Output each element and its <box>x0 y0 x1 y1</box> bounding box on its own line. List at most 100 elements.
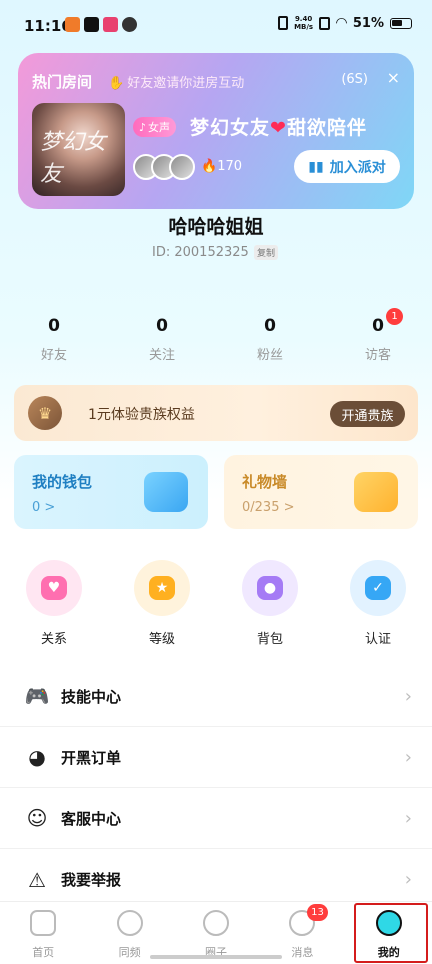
heart-icon: ❤ <box>270 117 287 139</box>
net-speed-value: 9.40 <box>294 15 313 23</box>
room-heat: 🔥170 <box>201 159 242 174</box>
room-cover-image[interactable]: 梦幻女友 <box>32 103 125 196</box>
tab-me[interactable]: 我的 <box>346 902 432 964</box>
menu-label: 我要举报 <box>61 871 122 889</box>
wallet-balance: 0 > <box>32 500 56 515</box>
backpack-icon: ● <box>257 576 283 600</box>
noble-banner[interactable]: ♛ 1元体验贵族权益 开通贵族 <box>14 385 418 441</box>
menu-list: 🎮 技能中心 › ◕ 开黑订单 › ☺ 客服中心 › ⚠ 我要举报 › <box>0 666 432 910</box>
quick-level[interactable]: ★ 等级 <box>108 560 216 647</box>
stat-label: 好友 <box>40 348 67 363</box>
vibrate-icon <box>278 16 289 30</box>
wallet-title: 我的钱包 <box>32 473 93 491</box>
menu-label: 客服中心 <box>61 809 122 828</box>
hot-room-subtitle: ✋ 好友邀请你进房互动 <box>108 72 244 91</box>
tab-home[interactable]: 首页 <box>0 902 86 964</box>
customer-service-icon: ☺ <box>26 806 48 830</box>
user-id: ID: 200152325 <box>152 245 249 260</box>
stat-value: 0 <box>372 316 384 336</box>
menu-label: 技能中心 <box>61 687 122 706</box>
quick-icon-bg: ✓ <box>350 560 406 616</box>
noble-text: 1元体验贵族权益 <box>88 407 195 423</box>
quick-label: 背包 <box>256 632 283 647</box>
hot-room-subtitle-text: 好友邀请你进房互动 <box>127 76 245 91</box>
quick-backpack[interactable]: ● 背包 <box>216 560 324 647</box>
hot-room-popup[interactable]: 热门房间 ✋ 好友邀请你进房互动 (6S) × 梦幻女友 ♪ 女声 梦幻女友❤甜欲… <box>18 53 414 209</box>
chevron-right-icon: › <box>404 746 412 768</box>
gift-wall-count: 0/235 > <box>242 500 295 515</box>
quick-relationship[interactable]: ♥ 关系 <box>0 560 108 647</box>
stat-friends[interactable]: 0 好友 <box>0 316 108 363</box>
quick-label: 认证 <box>364 632 391 647</box>
countdown: (6S) <box>341 72 368 87</box>
avatar <box>169 154 195 180</box>
stat-following[interactable]: 0 关注 <box>108 316 216 363</box>
cover-text: 梦幻女友 <box>40 130 107 187</box>
stat-value: 0 <box>264 316 276 336</box>
copy-id-button[interactable]: 复制 <box>254 245 279 260</box>
level-badge-icon: ★ <box>149 576 175 600</box>
menu-orders[interactable]: ◕ 开黑订单 › <box>0 727 432 788</box>
hot-room-title: 热门房间 <box>32 73 93 91</box>
wifi-icon: ◠ <box>336 15 347 31</box>
heat-value: 170 <box>217 159 243 174</box>
tiktok-icon <box>84 17 99 32</box>
stat-fans[interactable]: 0 粉丝 <box>216 316 324 363</box>
music-disc-icon <box>116 910 143 936</box>
chevron-right-icon: › <box>404 869 412 890</box>
menu-label: 开黑订单 <box>61 748 122 767</box>
join-party-button[interactable]: ▮▮ 加入派对 <box>294 150 400 183</box>
fire-icon: 🔥 <box>201 159 218 174</box>
stats-row: 0 好友 0 关注 0 粉丝 0 访客 1 <box>0 308 432 363</box>
status-bar: 11:16 9.40 MB/s ◠ 51% <box>0 0 432 50</box>
verified-shield-icon: ✓ <box>365 576 391 600</box>
quick-actions: ♥ 关系 ★ 等级 ● 背包 ✓ 认证 <box>0 560 432 647</box>
tab-label: 同频 <box>118 946 141 959</box>
tab-label: 首页 <box>32 946 55 959</box>
app-notification-icon <box>103 17 118 32</box>
app-notification-icon <box>65 17 80 32</box>
gift-wall-card[interactable]: 礼物墙 0/235 > <box>224 455 418 529</box>
quick-verify[interactable]: ✓ 认证 <box>324 560 432 647</box>
stat-visitors[interactable]: 0 访客 1 <box>324 308 432 363</box>
quick-icon-bg: ♥ <box>26 560 82 616</box>
battery-percent: 51% <box>352 15 384 31</box>
tab-label: 消息 <box>291 946 314 959</box>
home-icon <box>30 910 57 936</box>
heart-icon: ♥ <box>41 576 67 600</box>
quick-icon-bg: ● <box>242 560 298 616</box>
gift-box-icon <box>354 472 398 512</box>
room-name: 梦幻女友❤甜欲陪伴 <box>190 113 367 140</box>
close-icon[interactable]: × <box>387 68 400 87</box>
open-noble-button[interactable]: 开通贵族 <box>330 401 405 427</box>
gamepad-icon: 🎮 <box>24 684 50 708</box>
voice-tag: ♪ 女声 <box>133 117 177 137</box>
chevron-right-icon: › <box>404 807 412 829</box>
voice-tag-label: 女声 <box>148 121 171 134</box>
quick-icon-bg: ★ <box>134 560 190 616</box>
stat-label: 粉丝 <box>256 348 283 363</box>
join-party-label: 加入派对 <box>329 159 386 176</box>
sim-icon <box>319 16 331 30</box>
warning-icon: ⚠ <box>28 867 46 892</box>
stat-label: 关注 <box>148 348 175 363</box>
room-name-part1: 梦幻女友 <box>190 117 271 139</box>
visitor-badge: 1 <box>386 308 403 325</box>
menu-skill-center[interactable]: 🎮 技能中心 › <box>0 666 432 727</box>
net-speed: 9.40 MB/s <box>294 15 313 31</box>
wallet-card[interactable]: 我的钱包 0 > <box>14 455 208 529</box>
app-notification-icon <box>122 17 137 32</box>
chevron-right-icon: › <box>404 685 412 707</box>
profile-face-icon <box>375 910 402 936</box>
stat-label: 访客 <box>364 348 391 363</box>
music-note-icon: ♪ <box>139 120 147 134</box>
home-indicator <box>150 955 282 959</box>
audio-bars-icon: ▮▮ <box>308 158 324 175</box>
stat-value: 0 <box>48 316 60 336</box>
crown-icon: ♛ <box>28 396 62 430</box>
member-avatars <box>133 154 195 180</box>
room-name-part2: 甜欲陪伴 <box>286 117 367 139</box>
menu-customer-service[interactable]: ☺ 客服中心 › <box>0 788 432 849</box>
stat-value: 0 <box>156 316 168 336</box>
net-speed-unit: MB/s <box>294 23 314 31</box>
